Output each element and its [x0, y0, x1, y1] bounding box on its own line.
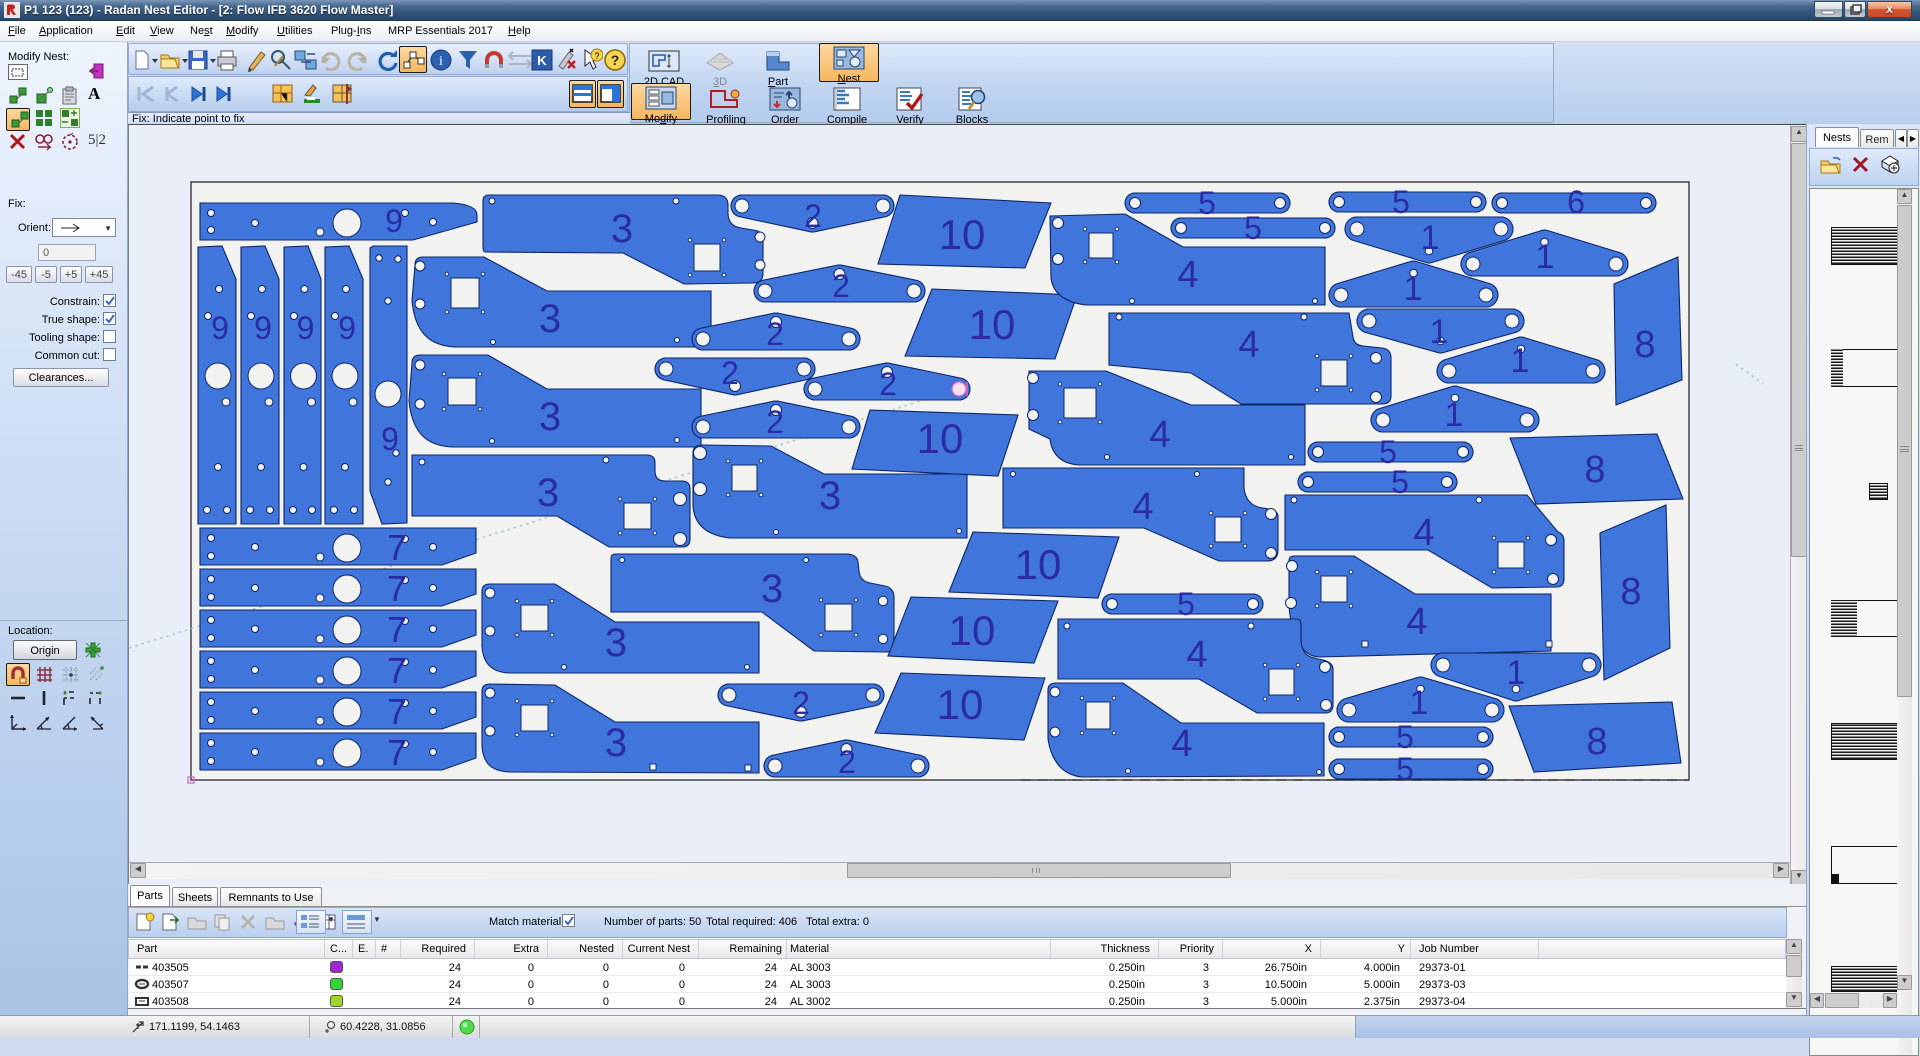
svg-text:5: 5	[1391, 464, 1409, 500]
svg-text:9: 9	[211, 310, 229, 346]
svg-text:7: 7	[387, 650, 407, 691]
svg-text:4: 4	[1171, 723, 1192, 765]
svg-text:9: 9	[381, 421, 399, 457]
svg-text:2: 2	[721, 355, 739, 391]
svg-text:2: 2	[766, 404, 784, 440]
svg-text:2: 2	[832, 268, 850, 304]
svg-text:2: 2	[766, 316, 784, 352]
svg-text:2: 2	[804, 198, 822, 234]
svg-text:4: 4	[1186, 634, 1207, 676]
svg-text:?: ?	[594, 51, 599, 61]
svg-text:1: 1	[1511, 342, 1530, 380]
svg-text:9: 9	[385, 203, 403, 239]
svg-text:?: ?	[611, 52, 620, 68]
svg-text:7: 7	[387, 609, 407, 650]
svg-text:8: 8	[1620, 571, 1641, 613]
svg-text:4: 4	[1406, 601, 1427, 643]
svg-text:8: 8	[1586, 721, 1607, 763]
svg-text:7: 7	[387, 732, 407, 773]
svg-text:5: 5	[1198, 185, 1216, 221]
svg-text:3: 3	[539, 297, 561, 341]
svg-text:7: 7	[387, 691, 407, 732]
svg-text:5: 5	[1244, 210, 1262, 246]
svg-text:10: 10	[1015, 541, 1062, 588]
svg-text:9: 9	[254, 310, 272, 346]
svg-text:3: 3	[539, 395, 561, 439]
svg-text:3: 3	[611, 207, 633, 251]
svg-text:10: 10	[937, 681, 984, 728]
svg-text:1: 1	[1536, 238, 1555, 276]
svg-text:8: 8	[1584, 449, 1605, 491]
svg-text:8: 8	[1634, 324, 1655, 366]
svg-text:3: 3	[819, 474, 841, 518]
svg-text:3: 3	[761, 567, 783, 611]
svg-text:3: 3	[605, 721, 627, 765]
svg-text:10: 10	[969, 301, 1016, 348]
svg-text:1: 1	[1445, 396, 1464, 434]
svg-text:7: 7	[387, 527, 407, 568]
svg-text:10: 10	[949, 607, 996, 654]
svg-text:4: 4	[1149, 414, 1170, 456]
svg-text:4: 4	[1238, 324, 1259, 366]
svg-text:2: 2	[879, 366, 897, 402]
svg-text:5: 5	[1396, 719, 1414, 755]
svg-text:1: 1	[1430, 313, 1449, 351]
svg-text:4: 4	[1132, 486, 1153, 528]
svg-text:7: 7	[387, 568, 407, 609]
svg-text:9: 9	[297, 310, 315, 346]
svg-text:1: 1	[1404, 270, 1423, 308]
svg-text:4: 4	[1413, 512, 1434, 554]
svg-text:5: 5	[1396, 751, 1414, 787]
svg-text:i: i	[439, 54, 443, 69]
svg-text:2: 2	[838, 744, 856, 780]
svg-text:4: 4	[1177, 254, 1198, 296]
svg-text:1: 1	[1507, 654, 1526, 692]
svg-text:9: 9	[338, 310, 356, 346]
svg-text:3: 3	[537, 471, 559, 515]
svg-text:5: 5	[1177, 586, 1195, 622]
svg-text:1: 1	[1421, 219, 1440, 257]
svg-text:10: 10	[917, 415, 964, 462]
svg-text:3: 3	[605, 621, 627, 665]
svg-text:5: 5	[1392, 184, 1410, 220]
svg-text:10: 10	[939, 211, 986, 258]
svg-text:6: 6	[1567, 184, 1585, 220]
svg-text:K: K	[537, 53, 547, 68]
svg-text:2: 2	[792, 685, 810, 721]
svg-text:1: 1	[1410, 684, 1429, 722]
